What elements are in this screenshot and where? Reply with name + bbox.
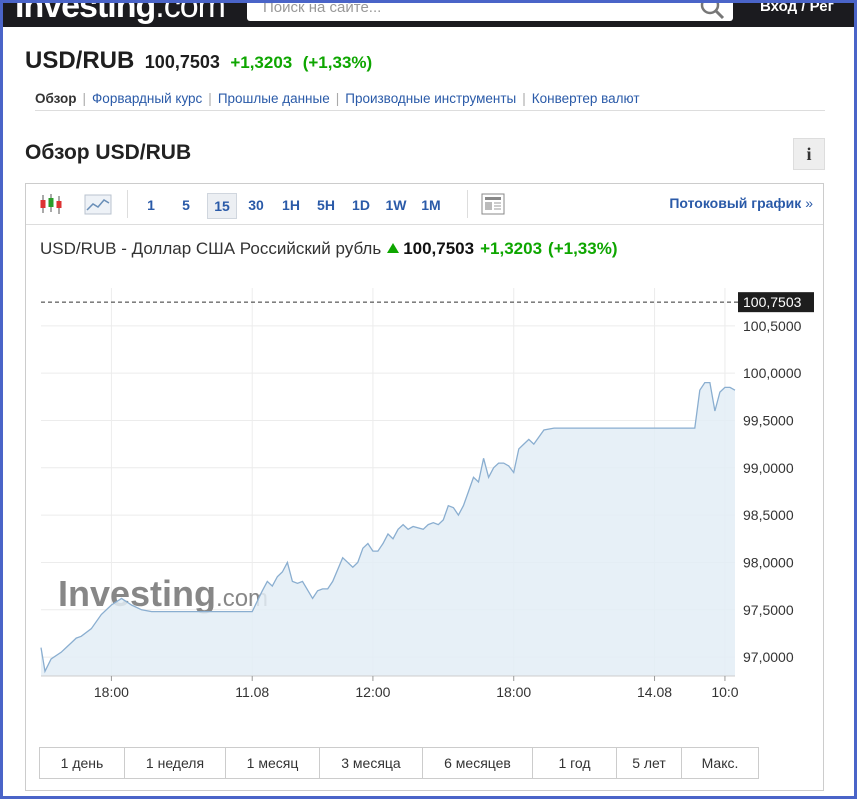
- site-header: Investing.com Поиск на сайте... Вход / Р…: [3, 3, 854, 27]
- section-title: Обзор USD/RUB: [25, 141, 192, 164]
- chart-panel: 1 5 15 30 1H 5H 1D 1W 1M Потоковый графи…: [25, 183, 824, 791]
- subnav-separator: |: [522, 91, 526, 106]
- y-tick-label: 99,5000: [743, 412, 794, 428]
- y-tick-label: 98,0000: [743, 554, 794, 570]
- x-tick-label: 10:0: [711, 684, 738, 700]
- search-placeholder: Поиск на сайте...: [263, 3, 382, 16]
- subnav-separator: |: [208, 91, 212, 106]
- subnav: Обзор | Форвардный курс | Прошлые данные | Про…: [35, 91, 825, 111]
- y-tick-label: 97,0000: [743, 649, 794, 665]
- x-tick-label: 14.08: [637, 684, 672, 700]
- y-tick-label: 100,0000: [743, 365, 802, 381]
- y-tick-label: 100,5000: [743, 318, 802, 334]
- x-tick-label: 18:00: [496, 684, 531, 700]
- quote-change: +1,3203: [230, 53, 293, 72]
- subnav-item-derivatives[interactable]: Производные инструменты: [345, 91, 516, 106]
- site-logo[interactable]: Investing.com: [15, 3, 226, 26]
- range-1-day[interactable]: 1 день: [40, 748, 125, 778]
- subnav-item-converter[interactable]: Конвертер валют: [532, 91, 640, 106]
- quote-header: USD/RUB 100,7503 +1,3203 (+1,33%): [25, 47, 372, 75]
- info-button[interactable]: i: [793, 138, 825, 170]
- x-tick-label: 11.08: [235, 684, 269, 700]
- y-tick-label: 98,5000: [743, 507, 794, 523]
- subnav-separator: |: [82, 91, 87, 106]
- series-area: [41, 382, 735, 676]
- x-tick-label: 12:00: [355, 684, 390, 700]
- search-icon[interactable]: [699, 3, 725, 26]
- range-1-year[interactable]: 1 год: [533, 748, 617, 778]
- y-tick-label: 97,5000: [743, 602, 794, 618]
- range-1-week[interactable]: 1 неделя: [125, 748, 226, 778]
- range-selector: 1 день 1 неделя 1 месяц 3 месяца 6 месяц…: [39, 747, 759, 779]
- search-input[interactable]: Поиск на сайте...: [247, 3, 733, 21]
- subnav-separator: |: [335, 91, 340, 106]
- x-tick-label: 18:00: [94, 684, 129, 700]
- range-6-months[interactable]: 6 месяцев: [423, 748, 533, 778]
- login-link[interactable]: Вход / Рег: [760, 3, 834, 15]
- range-max[interactable]: Макс.: [682, 748, 758, 778]
- browser-frame: Investing.com Поиск на сайте... Вход / Р…: [0, 0, 857, 799]
- chart-watermark: Investing.com: [58, 573, 268, 614]
- logo-suffix: .com: [155, 3, 226, 25]
- price-chart[interactable]: Investing.com 97,0000 97,5000 98,0000 98,500…: [26, 184, 823, 744]
- subnav-item-history[interactable]: Прошлые данные: [218, 91, 330, 106]
- logo-main: Investing: [15, 3, 156, 25]
- page-title: USD/RUB: [25, 47, 135, 74]
- range-3-months[interactable]: 3 месяца: [320, 748, 423, 778]
- range-1-month[interactable]: 1 месяц: [226, 748, 320, 778]
- y-tick-label: 99,0000: [743, 460, 794, 476]
- subnav-item-forward[interactable]: Форвардный курс: [92, 91, 202, 106]
- quote-change-pct: (+1,33%): [302, 53, 373, 72]
- range-5-years[interactable]: 5 лет: [617, 748, 682, 778]
- current-price-label: 100,7503: [743, 294, 802, 310]
- quote-price: 100,7503: [144, 52, 220, 72]
- subnav-item-overview[interactable]: Обзор: [35, 91, 77, 106]
